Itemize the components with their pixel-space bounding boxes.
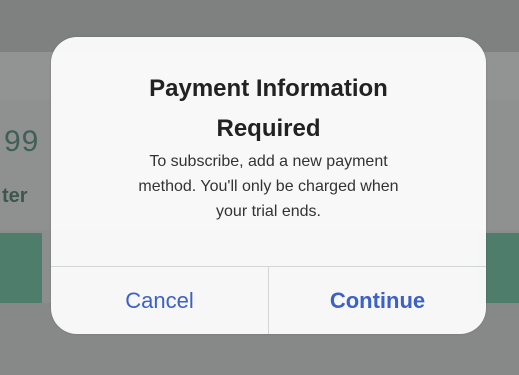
payment-alert-dialog: Payment Information Required To subscrib… [51,37,486,334]
background-subscribe-button-left [0,233,42,303]
alert-body: Payment Information Required To subscrib… [51,37,486,267]
cancel-button[interactable]: Cancel [51,267,268,334]
background-price-text: 99 [4,125,40,158]
screen: 99 ter Payment Information Required To s… [0,0,519,375]
alert-message-line-1: To subscribe, add a new payment [149,153,388,170]
background-subtitle-text: ter [2,185,28,207]
alert-title-line-1: Payment Information [149,75,388,102]
alert-message-line-3: your trial ends. [216,203,321,220]
alert-title: Payment Information Required [91,69,446,149]
alert-message: To subscribe, add a new payment method. … [96,149,441,224]
alert-title-line-2: Required [216,115,321,142]
alert-message-line-2: method. You'll only be charged when [138,178,399,195]
continue-button[interactable]: Continue [269,267,486,334]
